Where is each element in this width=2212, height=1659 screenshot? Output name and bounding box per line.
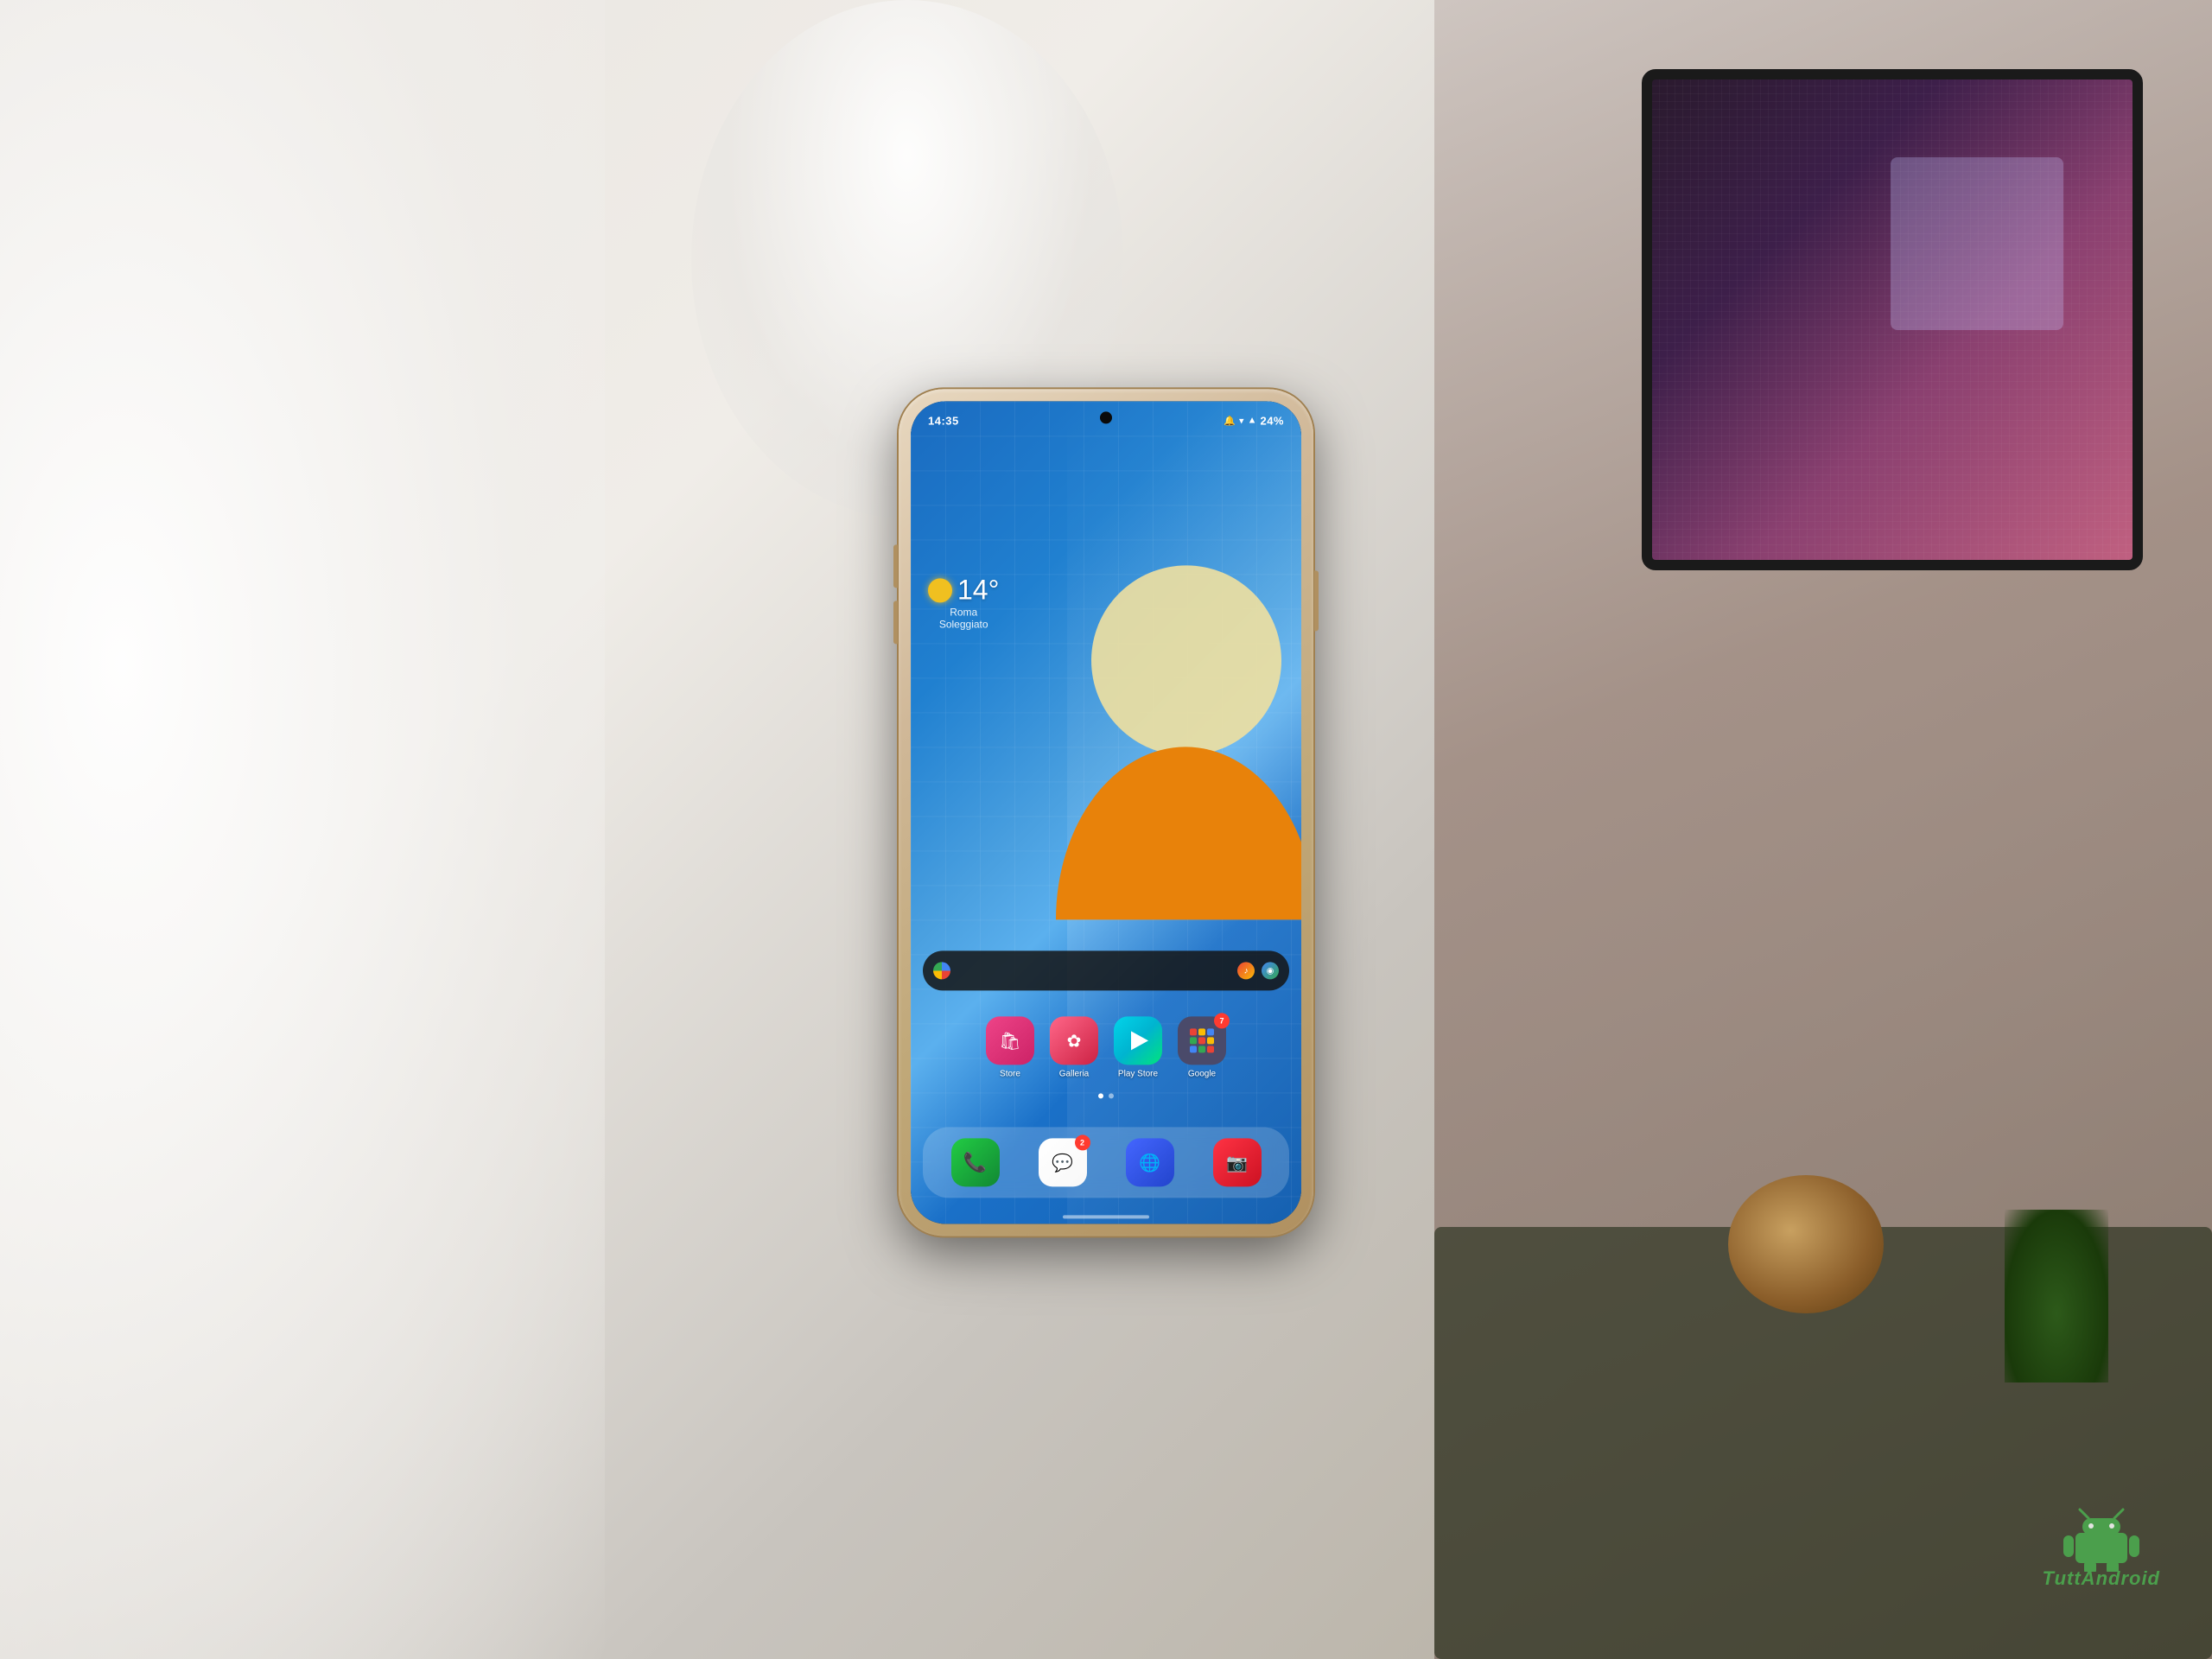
dock-camera-wrap[interactable]: 📷: [1213, 1138, 1262, 1186]
messages-chat-icon: 💬: [1052, 1152, 1073, 1173]
weather-sun-icon: [928, 578, 952, 602]
playstore-label: Play Store: [1118, 1069, 1158, 1078]
weather-widget: 14° Roma Soleggiato: [928, 574, 999, 630]
app-row: 🛍 Store ✿ Galleria: [911, 1016, 1301, 1078]
status-time: 14:35: [928, 414, 959, 427]
google-g-logo: [933, 962, 950, 979]
store-bag-icon: 🛍: [999, 1030, 1020, 1052]
dock-camera-icon[interactable]: 📷: [1213, 1138, 1262, 1186]
phone-container: 14:35 🔔 ▾ ▲ 24% 14° Roma: [899, 389, 1313, 1236]
wallpaper: [911, 401, 1301, 1224]
bg-calendar: [1891, 157, 2063, 330]
phone-body: 14:35 🔔 ▾ ▲ 24% 14° Roma: [899, 389, 1313, 1236]
google-icon[interactable]: 7: [1178, 1016, 1226, 1065]
search-mic-button[interactable]: ♪: [1237, 962, 1255, 979]
bg-plant: [2005, 1210, 2108, 1382]
gallery-flower-icon: ✿: [1067, 1030, 1082, 1052]
play-triangle-icon: [1131, 1031, 1148, 1050]
store-label: Store: [1000, 1069, 1020, 1078]
dock-internet-wrap[interactable]: 🌐: [1126, 1138, 1174, 1186]
page-indicator: [911, 1093, 1301, 1098]
signal-icon: ▲: [1248, 415, 1257, 425]
samsung-store-icon[interactable]: 🛍: [986, 1016, 1034, 1065]
dock-messages-wrap[interactable]: 💬 2: [1039, 1138, 1087, 1186]
app-google-icon-wrap[interactable]: 7 Google: [1178, 1016, 1226, 1078]
play-store-icon[interactable]: [1114, 1016, 1162, 1065]
power-button[interactable]: [1314, 570, 1319, 631]
dock-internet-icon[interactable]: 🌐: [1126, 1138, 1174, 1186]
screen-bezel: 14:35 🔔 ▾ ▲ 24% 14° Roma: [911, 401, 1301, 1224]
dock-bar: 📞 💬 2 🌐: [923, 1127, 1289, 1198]
tuttoandroid-text: TuttAndroid: [2043, 1567, 2160, 1590]
app-playstore-icon-wrap[interactable]: Play Store: [1114, 1016, 1162, 1078]
sound-icon: 🔔: [1224, 415, 1236, 426]
galleria-icon[interactable]: ✿: [1050, 1016, 1098, 1065]
tuttoandroid-logo: TuttAndroid: [2043, 1503, 2160, 1590]
phone-screen[interactable]: 14:35 🔔 ▾ ▲ 24% 14° Roma: [911, 401, 1301, 1224]
phone-call-icon: 📞: [963, 1151, 987, 1173]
wifi-icon: ▾: [1239, 415, 1244, 426]
battery-text: 24%: [1260, 414, 1284, 427]
mic-icon: ♪: [1244, 966, 1249, 976]
messages-badge: 2: [1075, 1135, 1090, 1150]
bg-monitor: [1642, 69, 2143, 570]
galleria-label: Galleria: [1059, 1069, 1089, 1078]
status-icons: 🔔 ▾ ▲ 24%: [1224, 414, 1284, 427]
bg-right-desk: [1434, 0, 2212, 1659]
search-lens-button[interactable]: ◉: [1262, 962, 1279, 979]
camera-hole: [1100, 411, 1112, 423]
lens-icon: ◉: [1267, 966, 1274, 976]
dock-messages-icon[interactable]: 💬 2: [1039, 1138, 1087, 1186]
app-galleria-icon-wrap[interactable]: ✿ Galleria: [1050, 1016, 1098, 1078]
bg-left-light: [0, 0, 605, 1659]
google-grid-icon: [1190, 1028, 1214, 1052]
wallpaper-sun: [1091, 566, 1281, 756]
app-store-icon-wrap[interactable]: 🛍 Store: [986, 1016, 1034, 1078]
internet-globe-icon: 🌐: [1139, 1152, 1160, 1173]
dock-phone-icon[interactable]: 📞: [951, 1138, 1000, 1186]
weather-location: Roma Soleggiato: [928, 606, 999, 630]
page-dot-1: [1098, 1093, 1103, 1098]
weather-temperature: 14°: [957, 574, 999, 606]
google-badge: 7: [1214, 1013, 1230, 1028]
google-label: Google: [1188, 1069, 1216, 1078]
volume-down-button[interactable]: [893, 601, 898, 644]
dock-phone-wrap[interactable]: 📞: [951, 1138, 1000, 1186]
home-indicator[interactable]: [1063, 1215, 1149, 1218]
android-robot-icon: [2058, 1503, 2145, 1572]
search-bar[interactable]: ♪ ◉: [923, 950, 1289, 990]
volume-up-button[interactable]: [893, 544, 898, 588]
camera-shutter-icon: 📷: [1226, 1152, 1248, 1173]
page-dot-2: [1109, 1093, 1114, 1098]
bg-wooden-cylinder: [1728, 1175, 1884, 1313]
